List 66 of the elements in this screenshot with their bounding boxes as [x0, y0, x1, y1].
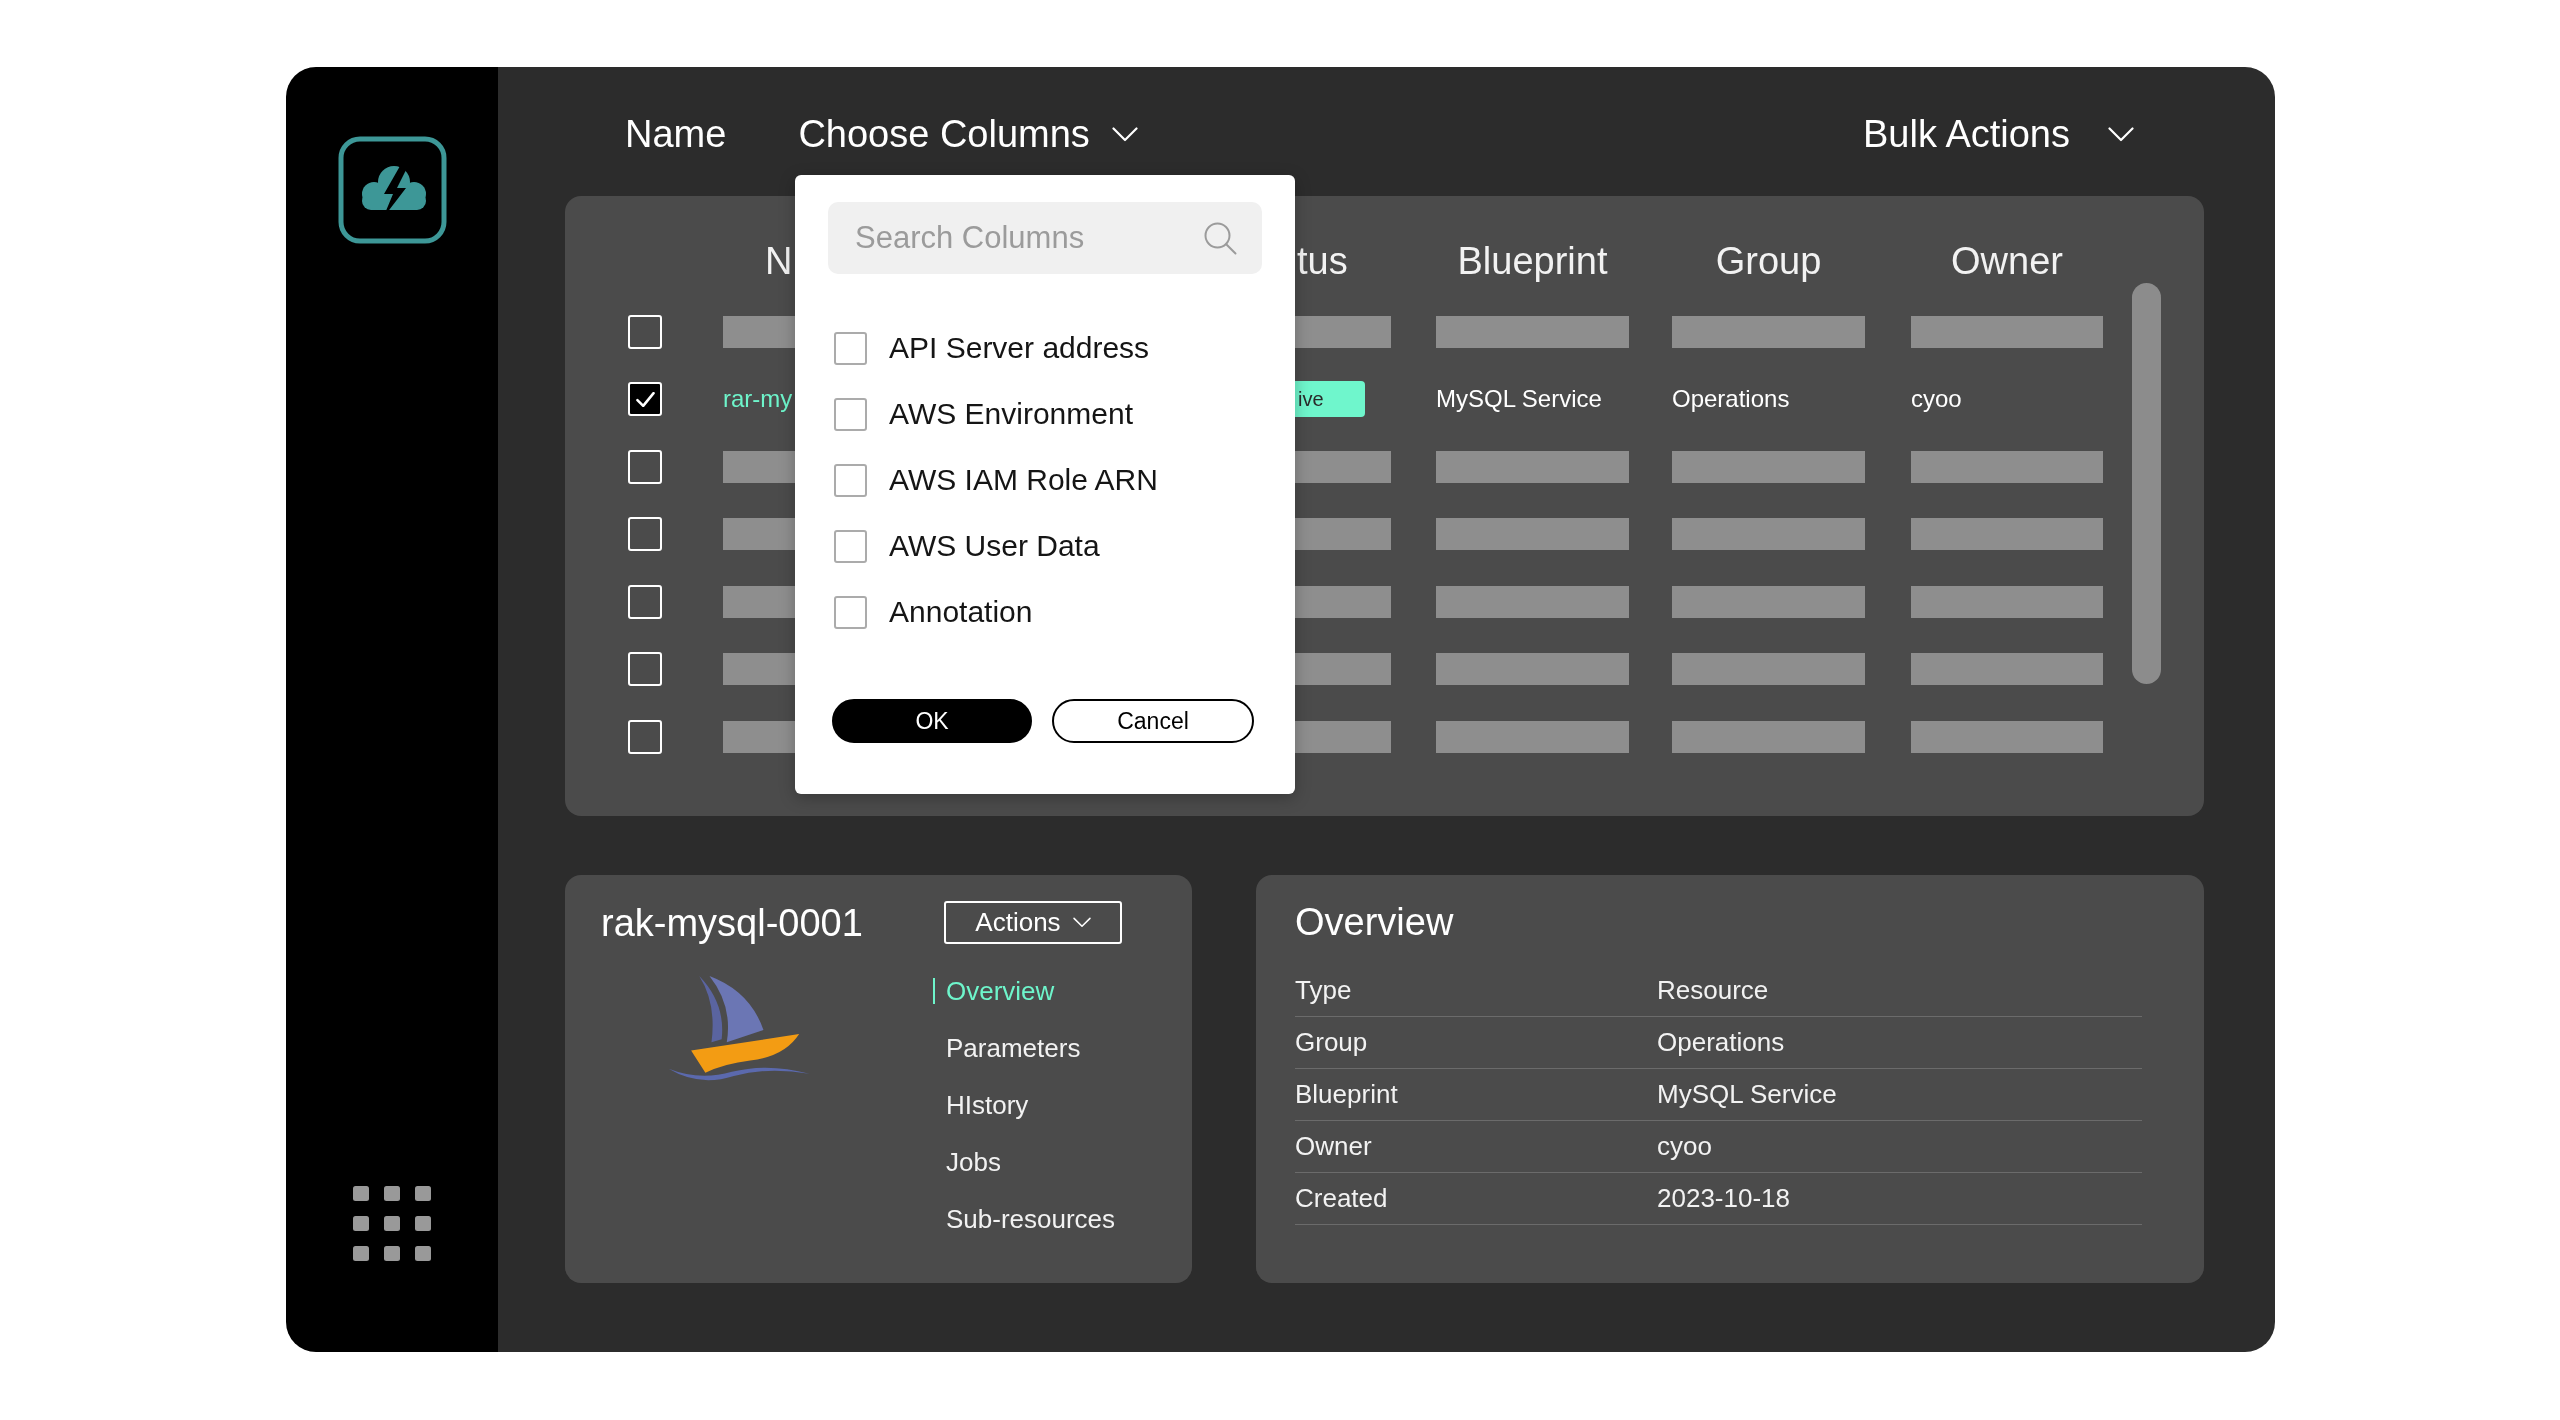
- scrollbar-thumb[interactable]: [2132, 283, 2161, 684]
- field-label: Created: [1295, 1183, 1388, 1214]
- row-checkbox[interactable]: [628, 382, 662, 417]
- column-header: Blueprint: [1456, 239, 1609, 284]
- chevron-down-icon: [1111, 126, 1138, 142]
- column-option-label: AWS Environment: [889, 397, 1133, 431]
- table-cell: Operations: [1672, 385, 1790, 414]
- placeholder-bar: [723, 585, 795, 618]
- table-cell: cyoo: [1911, 385, 1962, 414]
- sailboat-icon: [668, 975, 810, 1081]
- cancel-button[interactable]: Cancel: [1052, 699, 1254, 743]
- column-checkbox[interactable]: [834, 595, 867, 629]
- placeholder-bar: [723, 720, 795, 753]
- row-checkbox[interactable]: [628, 719, 662, 754]
- column-option-label: AWS IAM Role ARN: [889, 463, 1158, 497]
- row-checkbox[interactable]: [628, 314, 662, 349]
- status-badge: ive: [1295, 381, 1365, 418]
- row-checkbox[interactable]: [628, 652, 662, 687]
- search-field[interactable]: Search Columns: [828, 202, 1262, 274]
- column-header: N: [764, 239, 794, 284]
- choose-columns-dropdown[interactable]: Choose Columns: [798, 112, 1138, 156]
- placeholder-bar: [723, 518, 795, 551]
- field-value: 2023-10-18: [1657, 1183, 1790, 1214]
- column-option-label: AWS User Data: [889, 529, 1100, 563]
- name-button[interactable]: Name: [625, 112, 727, 156]
- resource-title: rak-mysql-0001: [601, 900, 863, 945]
- actions-dropdown[interactable]: Actions: [944, 901, 1122, 944]
- column-header: Owner: [1950, 239, 2064, 284]
- row-checkbox[interactable]: [628, 584, 662, 619]
- column-option-label: Annotation: [889, 595, 1033, 629]
- field-value: Resource: [1657, 975, 1769, 1006]
- placeholder-bar: [723, 450, 795, 483]
- chevron-down-icon: [2108, 126, 2134, 142]
- field-label: Group: [1295, 1027, 1368, 1058]
- column-checkbox[interactable]: [834, 529, 867, 563]
- field-label: Owner: [1295, 1131, 1372, 1162]
- column-option-label: API Server address: [889, 331, 1150, 365]
- apps-grid-icon[interactable]: [353, 1186, 431, 1261]
- nav-tab[interactable]: Overview: [933, 978, 1055, 1004]
- card-title: Overview: [1295, 900, 1455, 944]
- column-header: tus: [1296, 239, 1349, 284]
- field-value: MySQL Service: [1657, 1079, 1837, 1110]
- nav-tab[interactable]: HIstory: [933, 1092, 1029, 1118]
- column-checkbox[interactable]: [834, 331, 867, 365]
- field-label: Blueprint: [1295, 1079, 1398, 1110]
- column-checkbox[interactable]: [834, 397, 867, 431]
- bulk-actions-dropdown[interactable]: Bulk Actions: [1863, 112, 2134, 156]
- chevron-down-icon: [1072, 917, 1091, 928]
- cloud-bolt-icon: [337, 136, 447, 244]
- column-checkbox[interactable]: [834, 463, 867, 497]
- placeholder-bar: [723, 653, 795, 686]
- field-label: Type: [1295, 975, 1352, 1006]
- search-icon: [1203, 221, 1237, 255]
- row-checkbox[interactable]: [628, 517, 662, 552]
- nav-tab[interactable]: Sub-resources: [933, 1206, 1116, 1232]
- checkmark-icon: [635, 391, 655, 407]
- row-checkbox[interactable]: [628, 449, 662, 484]
- field-value: cyoo: [1657, 1131, 1712, 1162]
- column-header: Group: [1714, 239, 1823, 284]
- resource-name-link[interactable]: rar-my: [723, 385, 793, 414]
- nav-tab[interactable]: Jobs: [933, 1149, 1001, 1175]
- placeholder-bar: [723, 315, 795, 348]
- field-value: Operations: [1657, 1027, 1785, 1058]
- nav-tab[interactable]: Parameters: [933, 1035, 1081, 1061]
- table-cell: MySQL Service: [1436, 385, 1602, 414]
- confirm-button[interactable]: OK: [832, 699, 1032, 743]
